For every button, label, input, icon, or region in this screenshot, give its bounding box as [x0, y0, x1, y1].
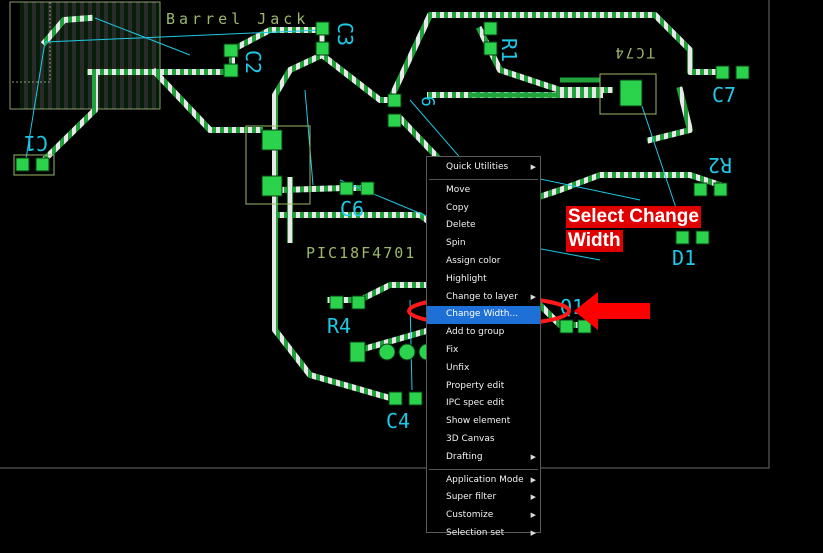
menu-item-assign-color[interactable]: Assign color [427, 253, 540, 271]
barrel-jack-label: Barrel Jack [166, 10, 309, 28]
ref-c4: C4 [386, 409, 410, 433]
ref-pic: PIC18F4701 [306, 244, 416, 262]
menu-item-change-width[interactable]: Change Width... [427, 306, 540, 325]
menu-item-label: Copy [446, 202, 469, 213]
callout-line2: Width [566, 230, 623, 252]
menu-item-label: Move [446, 184, 471, 195]
menu-item-application-mode[interactable]: Application Mode ▶ [427, 472, 540, 490]
submenu-arrow-icon: ▶ [530, 475, 536, 484]
menu-item-fix[interactable]: Fix [427, 342, 540, 360]
menu-item-label: Change to layer [446, 291, 518, 302]
menu-item-label: Spin [446, 238, 466, 249]
menu-item-delete[interactable]: Delete [427, 217, 540, 235]
menu-item-label: Customize [446, 510, 494, 521]
menu-item-customize[interactable]: Customize ▶ [427, 507, 540, 525]
menu-item-label: Show element [446, 416, 511, 427]
menu-item-show-element[interactable]: Show element [427, 413, 540, 431]
menu-item-move[interactable]: Move [427, 182, 540, 200]
submenu-arrow-icon: ▶ [530, 493, 536, 502]
menu-item-label: Fix [446, 344, 459, 355]
menu-item-label: Application Mode [446, 474, 524, 485]
menu-item-label: Add to group [446, 327, 505, 338]
menu-item-highlight[interactable]: Highlight [427, 271, 540, 289]
menu-item-3d-canvas[interactable]: 3D Canvas [427, 431, 540, 449]
menu-item-add-to-group[interactable]: Add to group [427, 324, 540, 342]
menu-item-quick-utilities[interactable]: Quick Utilities ▶ [427, 159, 540, 177]
ref-c2: C2 [241, 50, 265, 74]
submenu-arrow-icon: ▶ [530, 292, 536, 301]
menu-item-label: Selection set [446, 527, 505, 538]
menu-item-label: Quick Utilities [446, 162, 509, 172]
menu-separator [429, 468, 538, 470]
menu-item-label: Unfix [446, 362, 470, 373]
menu-item-label: IPC spec edit [446, 398, 505, 409]
context-menu: Quick Utilities ▶ Move Copy Delete Spin Assign… [426, 156, 541, 538]
ref-c6: C6 [340, 197, 364, 221]
ref-r1: R1 [497, 38, 521, 62]
menu-item-super-filter[interactable]: Super filter ▶ [427, 489, 540, 507]
menu-item-spin[interactable]: Spin [427, 235, 540, 253]
ref-r4: R4 [327, 314, 351, 338]
menu-separator [429, 178, 538, 180]
menu-item-label: Super filter [446, 492, 497, 503]
menu-item-copy[interactable]: Copy [427, 200, 540, 218]
menu-item-label: Assign color [446, 255, 501, 266]
menu-item-label: Delete [446, 220, 476, 231]
menu-item-change-to-layer[interactable]: Change to layer ▶ [427, 289, 540, 307]
instruction-callout: Select Change Width [566, 206, 701, 254]
submenu-arrow-icon: ▶ [530, 511, 536, 520]
ref-c9: 6 [417, 96, 438, 107]
ref-c1: C1 [24, 131, 48, 155]
submenu-arrow-icon: ▶ [530, 163, 536, 171]
pcb-canvas[interactable]: Barrel Jack C1 C2 C3 C4 C6 C7 R1 R2 R4 Q… [0, 0, 823, 553]
submenu-arrow-icon: ▶ [530, 452, 536, 461]
header-pins [349, 341, 436, 363]
menu-item-label: Highlight [446, 273, 487, 284]
menu-item-unfix[interactable]: Unfix [427, 360, 540, 378]
ref-tc74: TC74 [613, 44, 655, 60]
menu-item-label: 3D Canvas [446, 433, 495, 444]
menu-item-ipc-spec-edit[interactable]: IPC spec edit [427, 395, 540, 413]
menu-item-selection-set[interactable]: Selection set ▶ [427, 525, 540, 543]
ref-c7: C7 [712, 83, 736, 107]
menu-item-label: Change Width... [446, 309, 519, 320]
menu-item-label: Drafting [446, 451, 483, 462]
menu-item-drafting[interactable]: Drafting ▶ [427, 449, 540, 467]
submenu-arrow-icon: ▶ [530, 528, 536, 537]
ref-r2: R2 [708, 153, 732, 177]
menu-item-label: Property edit [446, 380, 505, 391]
menu-item-property-edit[interactable]: Property edit [427, 378, 540, 396]
callout-line1: Select Change [566, 206, 701, 228]
ref-c3: C3 [333, 22, 357, 46]
